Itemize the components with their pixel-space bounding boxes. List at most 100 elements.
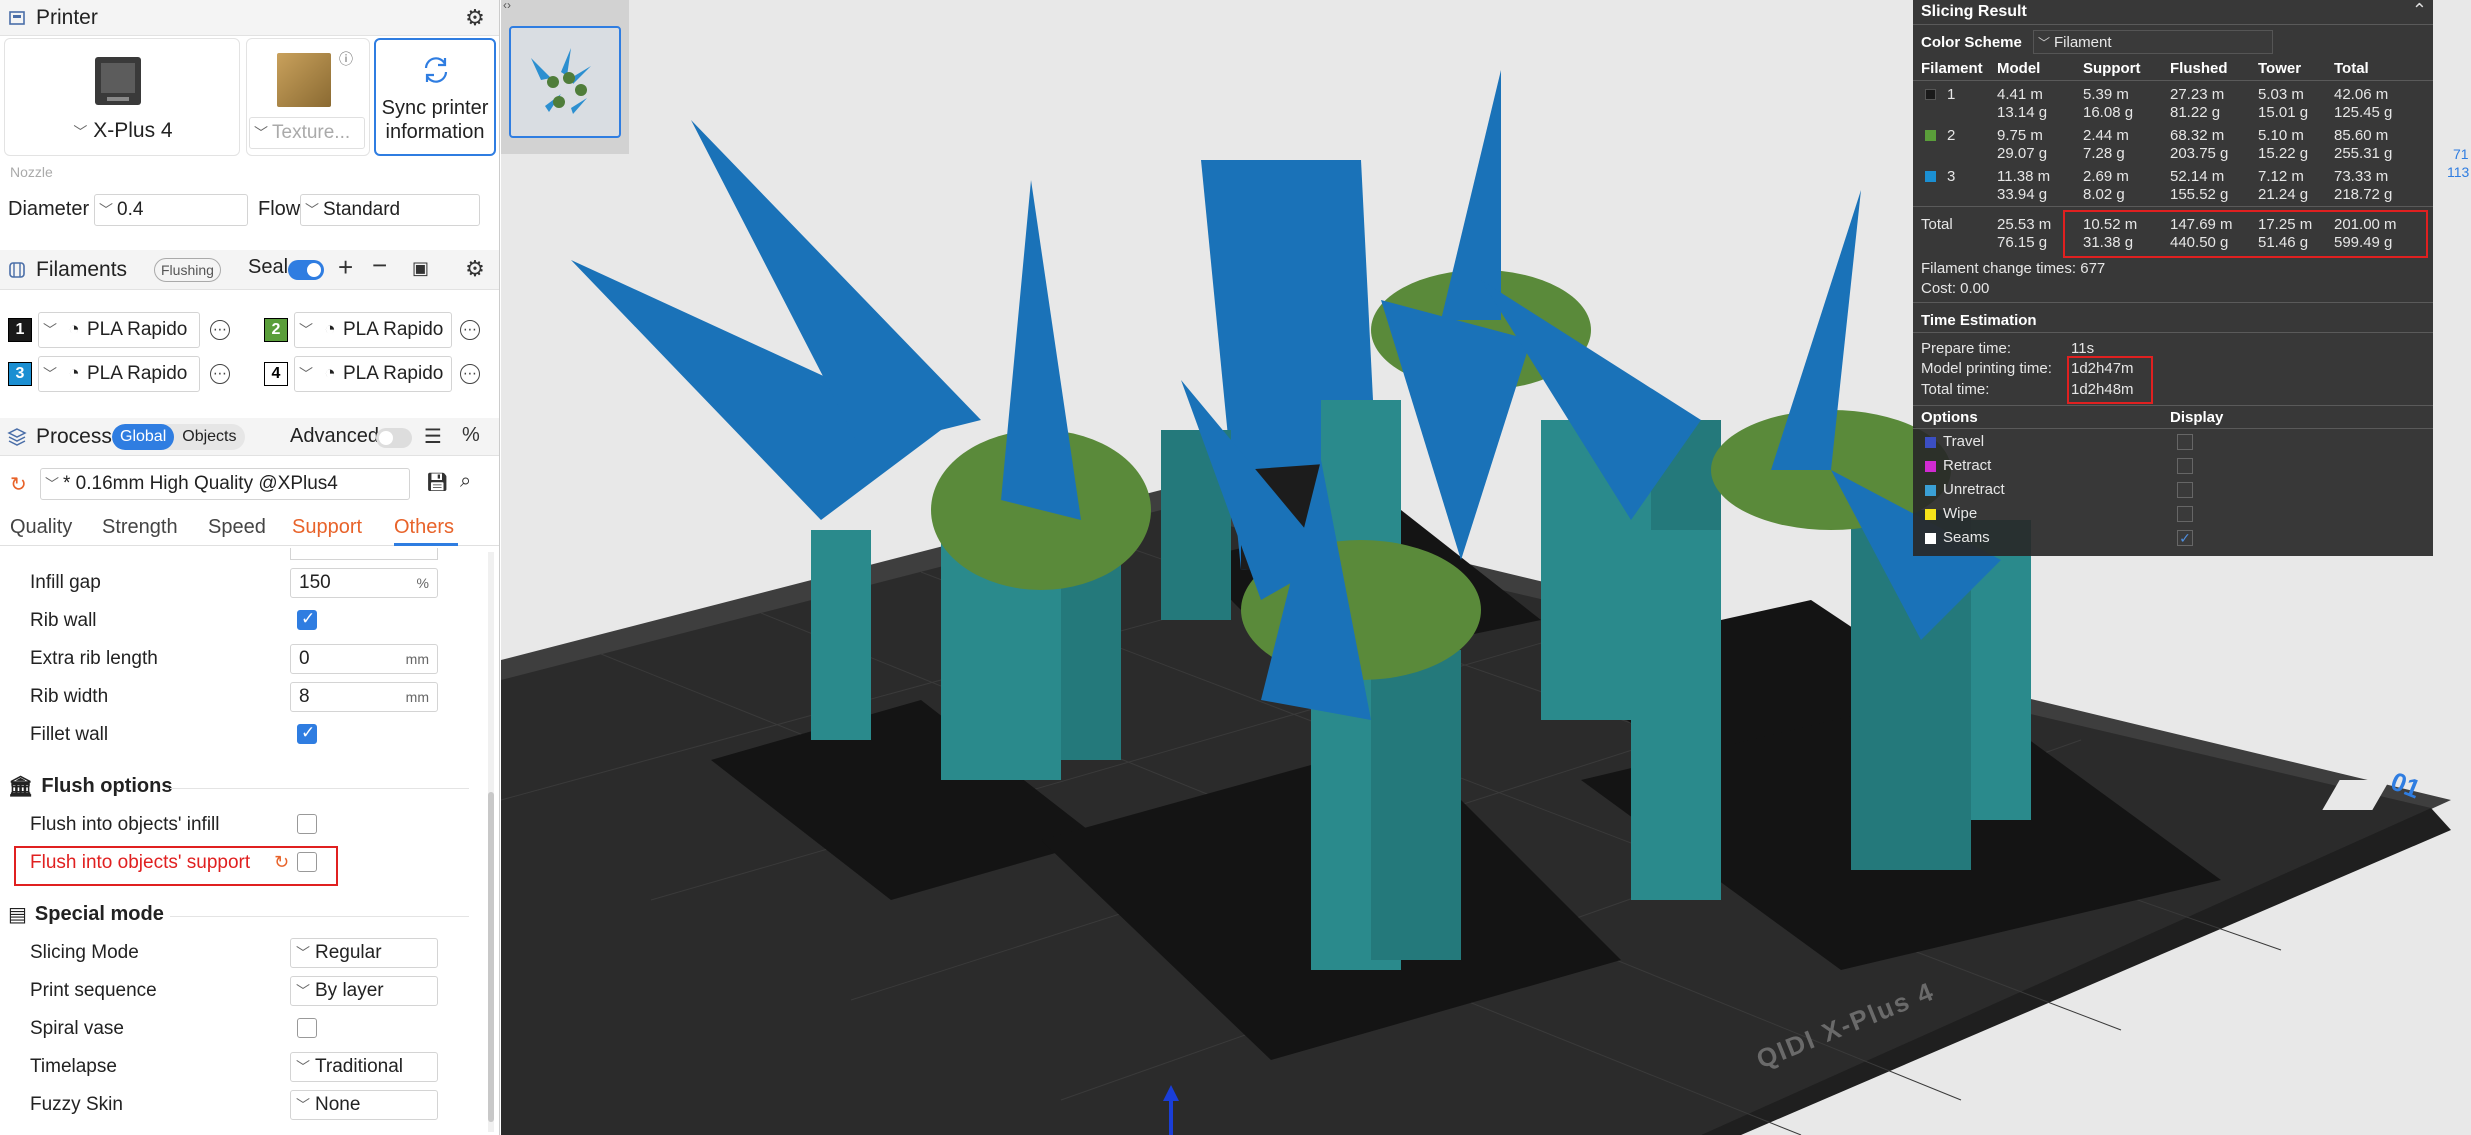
special-mode-icon: ▤ [8, 904, 27, 926]
filament-edit-icon-4[interactable]: ⋯ [460, 364, 480, 384]
flush-infill-checkbox[interactable] [297, 814, 317, 834]
filament-edit-icon-2[interactable]: ⋯ [460, 320, 480, 340]
chevron-down-icon: ﹀ [296, 1097, 310, 1113]
filament-color-swatch [1925, 171, 1936, 182]
unretract-display-checkbox[interactable] [2177, 482, 2193, 498]
info-icon[interactable]: ⓘ [339, 49, 353, 69]
color-scheme-select[interactable]: ﹀ Filament [2033, 30, 2273, 54]
display-label: Display [2170, 409, 2224, 426]
plate-card[interactable]: ⓘ ﹀ Texture... [246, 38, 370, 156]
flush-options-group: 🏛︎ Flush options [8, 775, 173, 798]
filament-slot-2[interactable]: 2 [264, 318, 288, 342]
filament-settings-gear-icon[interactable]: ⚙ [464, 258, 486, 280]
time-estimation-title: Time Estimation [1921, 312, 2037, 329]
unretract-color-swatch [1925, 485, 1936, 496]
collapse-icon[interactable]: ⌃ [2412, 0, 2427, 21]
filament-slot-1[interactable]: 1 [8, 318, 32, 342]
printer-card[interactable]: ﹀ X-Plus 4 [4, 38, 240, 156]
reset-icon[interactable]: ↻ [274, 852, 289, 873]
infill-gap-input[interactable]: 150 % [290, 568, 438, 598]
filament-edit-icon-3[interactable]: ⋯ [210, 364, 230, 384]
chevron-down-icon: ﹀ [296, 945, 310, 961]
sync-icon [418, 52, 454, 88]
tab-support[interactable]: Support [292, 516, 362, 539]
seal-toggle[interactable] [288, 260, 324, 280]
printer-name: X-Plus 4 [93, 119, 173, 142]
tab-strength[interactable]: Strength [102, 516, 178, 539]
nozzle-label: Nozzle [10, 164, 53, 180]
print-sequence-label: Print sequence [30, 980, 157, 1001]
special-mode-group: ▤ Special mode [8, 903, 164, 926]
chevron-down-icon: ﹀ [45, 476, 59, 492]
filament-brand-icon: ◔ [68, 319, 80, 340]
tab-quality[interactable]: Quality [10, 516, 72, 539]
filament-select-4[interactable]: ﹀ ◔ PLA Rapido [294, 356, 452, 392]
flush-support-label: Flush into objects' support [30, 852, 251, 873]
chevron-down-icon: ﹀ [299, 322, 313, 338]
slicing-mode-select[interactable]: ﹀ Regular [290, 938, 438, 968]
filament-sync-icon[interactable]: ▣ [412, 258, 429, 279]
filament-slot-4[interactable]: 4 [264, 362, 288, 386]
chevron-down-icon: ﹀ [2037, 35, 2050, 50]
process-section-title: Process [36, 424, 112, 448]
add-filament-icon[interactable]: + [338, 252, 353, 283]
global-tab[interactable]: Global [112, 424, 175, 450]
list-icon[interactable]: ☰ [424, 424, 442, 449]
flushing-button[interactable]: Flushing [154, 258, 221, 282]
flush-support-checkbox[interactable] [297, 852, 317, 872]
filament-select-3[interactable]: ﹀ ◔ PLA Rapido [38, 356, 200, 392]
plate-type-select[interactable]: ﹀ Texture... [249, 117, 365, 149]
retract-display-checkbox[interactable] [2177, 458, 2193, 474]
model-printing-time-label: Model printing time: [1921, 360, 2052, 377]
diameter-select[interactable]: ﹀ 0.4 [94, 194, 248, 226]
extra-rib-length-input[interactable]: 0 mm [290, 644, 438, 674]
extra-rib-length-label: Extra rib length [30, 648, 158, 669]
filament-select-1[interactable]: ﹀ ◔ PLA Rapido [38, 312, 200, 348]
travel-display-checkbox[interactable] [2177, 434, 2193, 450]
process-preset-select[interactable]: ﹀ * 0.16mm High Quality @XPlus4 [40, 468, 410, 500]
filament-slot-3[interactable]: 3 [8, 362, 32, 386]
tab-others[interactable]: Others [394, 516, 454, 539]
process-scope-toggle[interactable]: Global Objects [112, 424, 245, 450]
objects-tab[interactable]: Objects [174, 424, 244, 450]
chevron-down-icon: ﹀ [299, 366, 313, 382]
printer-section-header: Printer ⚙ [0, 0, 499, 36]
wipe-display-checkbox[interactable] [2177, 506, 2193, 522]
sync-label-line1: Sync printer [381, 97, 489, 119]
chevron-down-icon: ﹀ [43, 322, 57, 338]
col-filament: Filament [1921, 60, 1983, 77]
printer-settings-gear-icon[interactable]: ⚙ [464, 6, 486, 29]
advanced-toggle[interactable] [376, 428, 412, 448]
flush-infill-label: Flush into objects' infill [30, 814, 220, 835]
compare-icon[interactable]: % [462, 424, 480, 447]
retract-color-swatch [1925, 461, 1936, 472]
search-icon[interactable]: ⌕ [460, 470, 471, 493]
reset-icon[interactable]: ↻ [10, 472, 27, 497]
rib-wall-checkbox[interactable] [297, 609, 317, 630]
remove-filament-icon[interactable]: − [372, 250, 387, 281]
fillet-wall-checkbox[interactable] [297, 723, 317, 744]
save-preset-icon[interactable]: 💾︎ [426, 472, 449, 493]
tab-speed[interactable]: Speed [208, 516, 266, 539]
seams-display-checkbox[interactable]: ✓ [2177, 530, 2193, 546]
fuzzy-skin-select[interactable]: ﹀ None [290, 1090, 438, 1120]
rib-width-label: Rib width [30, 686, 109, 707]
filament-change-times: Filament change times: 677 [1921, 260, 2106, 277]
timelapse-select[interactable]: ﹀ Traditional [290, 1052, 438, 1082]
sync-printer-button[interactable]: Sync printer information [374, 38, 496, 156]
prepare-time-value: 11s [2071, 340, 2095, 357]
process-layers-icon [6, 426, 28, 448]
fillet-wall-label: Fillet wall [30, 724, 109, 745]
settings-scrollbar[interactable] [488, 552, 494, 1132]
filament-select-2[interactable]: ﹀ ◔ PLA Rapido [294, 312, 452, 348]
filament-edit-icon-1[interactable]: ⋯ [210, 320, 230, 340]
filament-brand-icon: ◔ [68, 363, 80, 384]
scrollbar-thumb[interactable] [488, 792, 494, 1122]
spiral-vase-checkbox[interactable] [297, 1018, 317, 1038]
rib-width-input[interactable]: 8 mm [290, 682, 438, 712]
process-section-header: Process Global Objects Advanced ☰ % [0, 418, 499, 456]
print-sequence-select[interactable]: ﹀ By layer [290, 976, 438, 1006]
plate-texture-image [277, 53, 331, 107]
seams-color-swatch [1925, 533, 1936, 544]
flow-select[interactable]: ﹀ Standard [300, 194, 480, 226]
